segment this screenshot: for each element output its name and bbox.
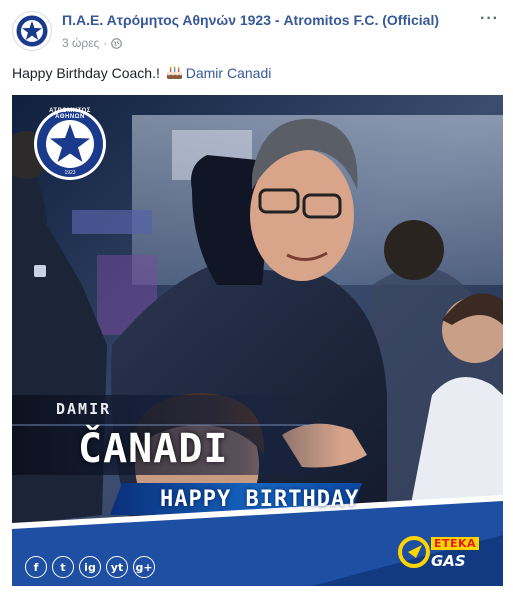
last-name: ČANADI [78,426,229,472]
post-time[interactable]: 3 ώρες [62,36,99,50]
google-plus-icon: g+ [133,556,155,578]
sponsor-name-top: ETEKA [431,537,480,550]
club-crest-year: 1923 [64,170,76,176]
instagram-icon: ig [79,556,101,578]
sponsor-name-bottom: GAS [431,552,466,570]
post-image[interactable]: ΑΤΡΟΜΗΤΟΣ ΑΘΗΝΩΝ 1923 DAMIR ČANADI HAPPY… [12,95,503,586]
page-name[interactable]: Π.Α.Ε. Ατρόμητος Αθηνών 1923 - Atromitos… [62,12,482,28]
photo-scene [12,95,503,586]
social-icons: f t ig yt g+ [25,556,155,578]
facebook-post: Π.Α.Ε. Ατρόμητος Αθηνών 1923 - Atromitos… [0,0,513,592]
post-message: Happy Birthday Coach.! [12,65,164,81]
first-name: DAMIR [56,400,112,418]
mention-link[interactable]: Damir Canadi [186,65,272,81]
birthday-cake-icon [166,66,182,79]
post-text: Happy Birthday Coach.! Damir Canadi [12,65,271,81]
globe-icon [111,37,123,49]
more-options-button[interactable]: ··· [480,10,499,28]
twitter-icon: t [52,556,74,578]
club-logo-icon [14,13,50,49]
post-meta: 3 ώρες · [62,36,123,50]
facebook-icon: f [25,556,47,578]
youtube-icon: yt [106,556,128,578]
happy-birthday-text: HAPPY BIRTHDAY [160,487,360,512]
sponsor-logo: ETEKA GAS [397,533,493,577]
club-crest-text: ΑΤΡΟΜΗΤΟΣ ΑΘΗΝΩΝ [49,108,91,120]
page-avatar[interactable] [12,11,52,51]
